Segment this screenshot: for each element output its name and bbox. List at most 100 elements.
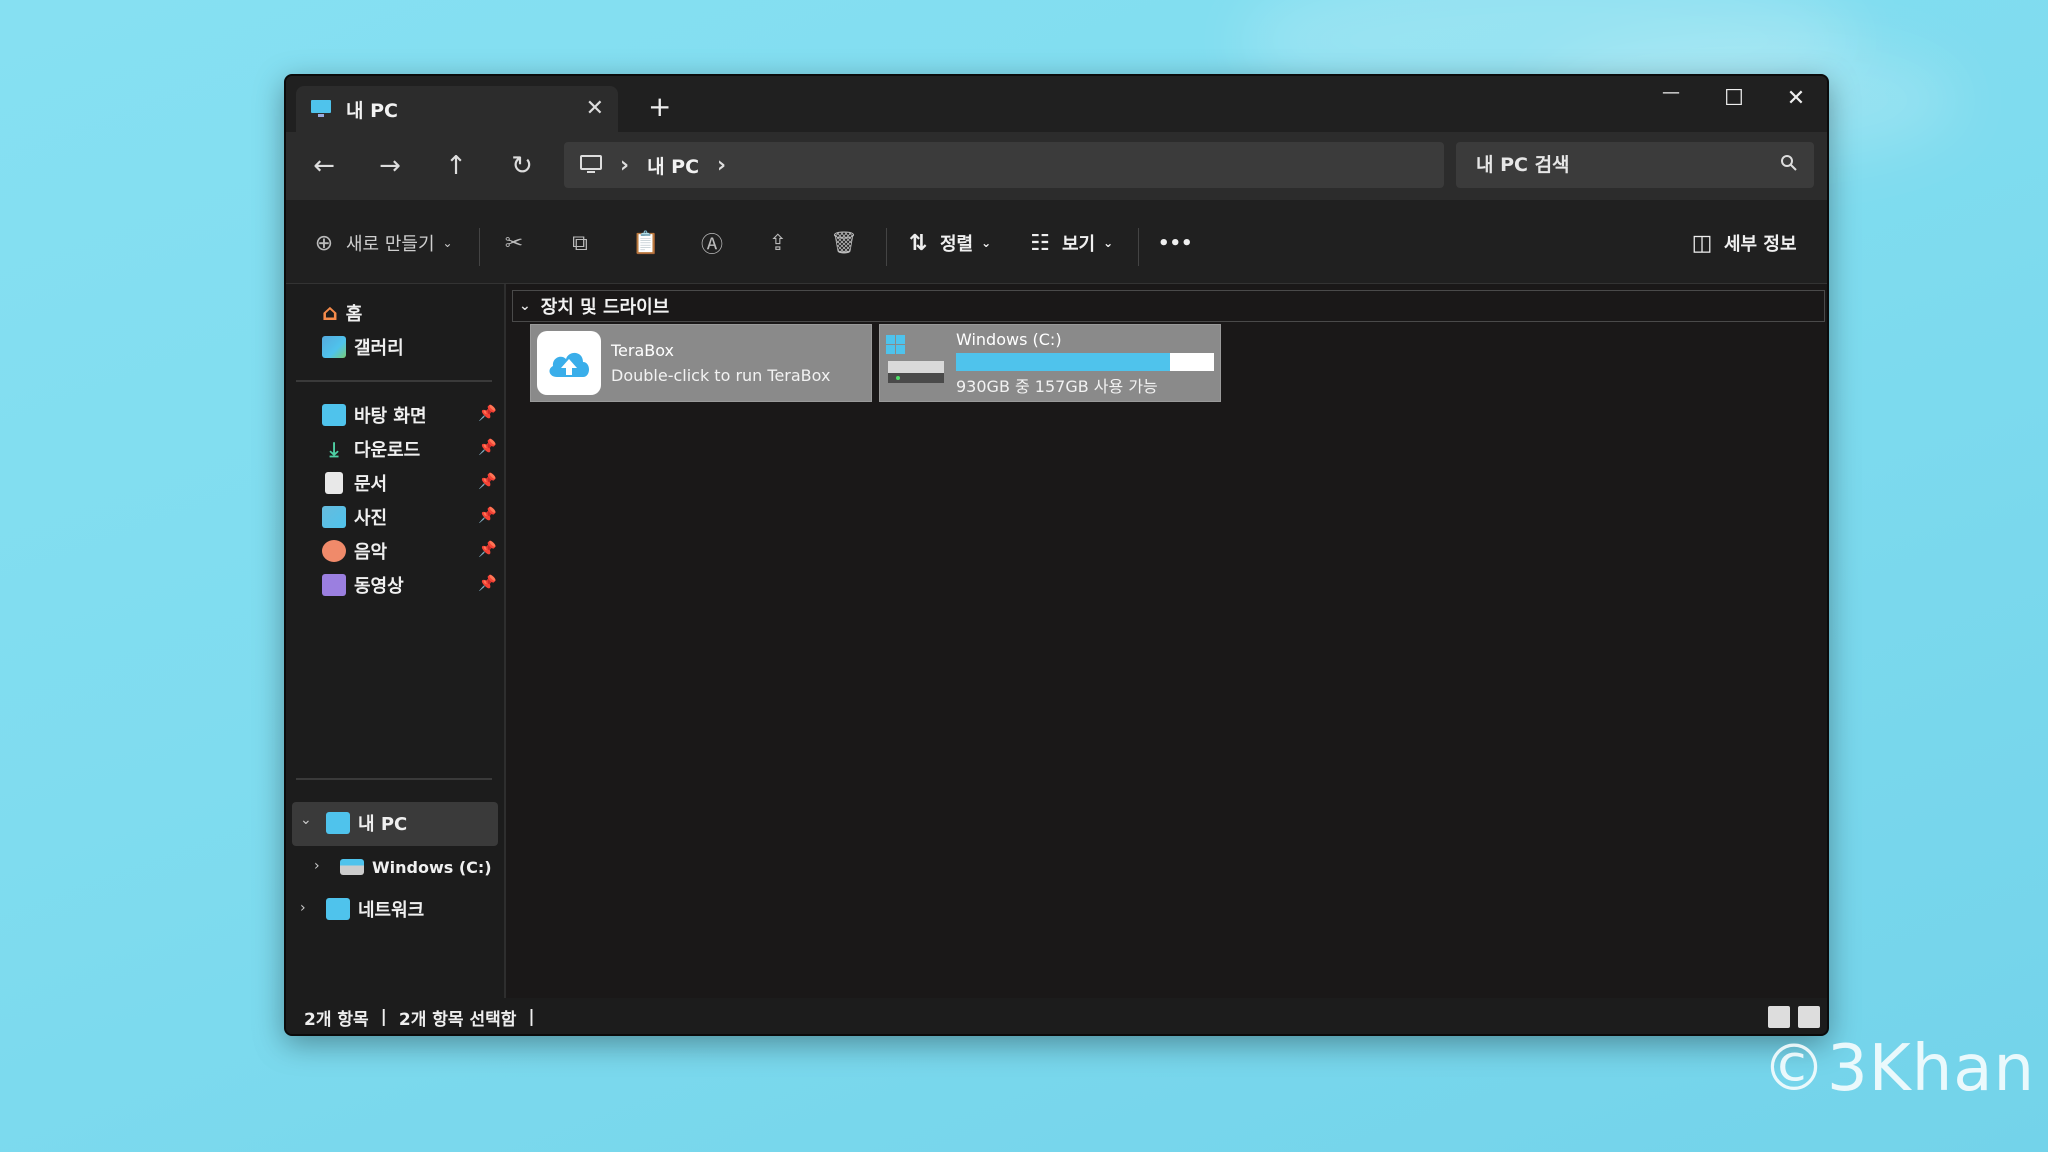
home-icon: ⌂ <box>322 300 338 326</box>
pin-icon[interactable]: 📌 <box>478 574 497 592</box>
group-title: 장치 및 드라이브 <box>540 297 670 318</box>
title-bar: 내 PC ✕ + — ☐ ✕ <box>286 76 1827 132</box>
maximize-button[interactable]: ☐ <box>1714 86 1754 111</box>
sidebar-item-label: 사진 <box>354 508 388 529</box>
sidebar-item-label: 홈 <box>345 304 363 325</box>
details-view-button[interactable] <box>1768 1006 1790 1028</box>
divider <box>1138 228 1139 266</box>
tiles-view-button[interactable] <box>1798 1006 1820 1028</box>
chevron-down-icon[interactable]: ⌄ <box>300 812 312 828</box>
video-icon <box>322 574 346 596</box>
search-input[interactable] <box>1476 154 1756 176</box>
status-separator: | <box>528 1007 535 1027</box>
paste-button[interactable]: 📋 <box>632 228 660 258</box>
search-box[interactable] <box>1456 142 1814 188</box>
divider <box>296 778 492 780</box>
tab-title: 내 PC <box>346 99 398 122</box>
selected-count: 2개 항목 선택함 <box>398 1009 517 1030</box>
group-header-devices-and-drives[interactable]: ⌄ 장치 및 드라이브 <box>512 290 1825 322</box>
share-button[interactable]: ⇪ <box>764 228 792 258</box>
divider <box>479 228 480 266</box>
document-icon <box>325 472 343 494</box>
sidebar-item-this-pc[interactable]: 내 PC <box>326 806 407 840</box>
details-pane-icon: ◫ <box>1691 230 1713 256</box>
terabox-item[interactable]: TeraBox Double-click to run TeraBox <box>530 324 872 402</box>
sidebar-item-label: Windows (C:) <box>372 857 492 877</box>
sidebar-item-home[interactable]: ⌂ 홈 <box>322 296 362 330</box>
chevron-down-icon: ⌄ <box>442 236 453 250</box>
drive-icon <box>340 859 364 875</box>
divider <box>296 380 492 382</box>
details-pane-button[interactable]: ◫ 세부 정보 <box>1688 228 1797 258</box>
chevron-right-icon[interactable]: › <box>314 858 320 874</box>
up-button[interactable]: ↑ <box>436 146 476 186</box>
chevron-right-icon[interactable]: › <box>300 900 306 916</box>
more-options-button[interactable]: ••• <box>1158 228 1193 258</box>
sidebar-item-label: 네트워크 <box>358 900 425 921</box>
view-button-label: 보기 <box>1062 234 1096 255</box>
command-bar: ⊕ 새로 만들기 ⌄ ✂ ⧉ 📋 Ⓐ ⇪ 🗑 ⇅ 정렬 ⌄ ☷ 보기 ⌄ •••… <box>286 200 1827 284</box>
clipboard-icon: 📋 <box>632 230 660 256</box>
new-button[interactable]: ⊕ 새로 만들기 ⌄ <box>310 228 453 258</box>
sort-button[interactable]: ⇅ 정렬 ⌄ <box>904 228 991 258</box>
sort-button-label: 정렬 <box>940 234 974 255</box>
copy-button[interactable]: ⧉ <box>566 228 594 258</box>
item-name: Windows (C:) <box>956 329 1062 349</box>
breadcrumb-chevron-icon[interactable]: › <box>717 153 726 178</box>
drive-usage-bar <box>956 352 1214 371</box>
item-name: TeraBox <box>611 341 675 360</box>
details-pane-label: 세부 정보 <box>1724 234 1797 255</box>
pin-icon[interactable]: 📌 <box>478 404 497 422</box>
sidebar-item-pictures[interactable]: 사진 <box>322 500 387 534</box>
rename-button[interactable]: Ⓐ <box>698 228 726 258</box>
view-button[interactable]: ☷ 보기 ⌄ <box>1026 228 1113 258</box>
more-icon: ••• <box>1158 232 1193 254</box>
new-tab-button[interactable]: + <box>648 90 671 123</box>
drive-c-item[interactable]: Windows (C:) 930GB 중 157GB 사용 가능 <box>879 324 1221 402</box>
pin-icon[interactable]: 📌 <box>478 472 497 490</box>
pin-icon[interactable]: 📌 <box>478 506 497 524</box>
item-count: 2개 항목 <box>304 1009 369 1030</box>
sidebar-item-videos[interactable]: 동영상 <box>322 568 404 602</box>
sidebar-item-label: 다운로드 <box>354 440 421 461</box>
close-window-button[interactable]: ✕ <box>1776 86 1816 111</box>
monitor-icon <box>580 155 602 173</box>
music-icon <box>322 540 346 562</box>
delete-button[interactable]: 🗑 <box>830 228 858 258</box>
minimize-button[interactable]: — <box>1651 82 1691 103</box>
sidebar-item-music[interactable]: 음악 <box>322 534 387 568</box>
address-bar[interactable]: › 내 PC › <box>564 142 1444 188</box>
pin-icon[interactable]: 📌 <box>478 438 497 456</box>
watermark: ©3Khan <box>1762 1032 2036 1106</box>
new-button-label: 새로 만들기 <box>346 234 435 255</box>
breadcrumb-my-pc[interactable]: 내 PC <box>647 152 699 179</box>
close-tab-icon[interactable]: ✕ <box>586 96 604 121</box>
pin-icon[interactable]: 📌 <box>478 540 497 558</box>
breadcrumb-chevron-icon[interactable]: › <box>620 153 629 178</box>
file-explorer-window: 내 PC ✕ + — ☐ ✕ ← → ↑ ↻ › 내 PC › 내 PC 검색 … <box>284 74 1829 1036</box>
sidebar-item-documents[interactable]: 문서 <box>322 466 387 500</box>
sidebar-item-network[interactable]: 네트워크 <box>326 892 424 926</box>
sidebar-item-gallery[interactable]: 갤러리 <box>322 330 404 364</box>
cut-button[interactable]: ✂ <box>500 228 528 258</box>
pictures-icon <box>322 506 346 528</box>
search-icon <box>1781 155 1797 171</box>
content-pane[interactable]: ⌄ 장치 및 드라이브 TeraBox Double-click to run … <box>508 284 1827 998</box>
sidebar-item-label: 내 PC <box>358 814 408 835</box>
sidebar-item-label: 음악 <box>354 542 388 563</box>
drive-usage-fill <box>956 352 1171 371</box>
tab-my-pc[interactable]: 내 PC ✕ <box>296 86 618 132</box>
sidebar-item-downloads[interactable]: ⤓ 다운로드 <box>322 432 421 466</box>
monitor-icon <box>311 100 331 117</box>
network-icon <box>326 898 350 920</box>
scissors-icon: ✂ <box>504 230 524 256</box>
back-button[interactable]: ← <box>304 146 344 186</box>
navigation-bar: ← → ↑ ↻ › 내 PC › <box>286 132 1827 200</box>
chevron-down-icon: ⌄ <box>981 236 992 250</box>
sidebar-item-windows-c[interactable]: Windows (C:) <box>340 850 492 884</box>
item-subtitle: Double-click to run TeraBox <box>611 366 831 385</box>
forward-button[interactable]: → <box>370 146 410 186</box>
sidebar-item-label: 문서 <box>354 474 388 495</box>
sidebar-item-desktop[interactable]: 바탕 화면 <box>322 398 427 432</box>
refresh-button[interactable]: ↻ <box>502 146 542 186</box>
